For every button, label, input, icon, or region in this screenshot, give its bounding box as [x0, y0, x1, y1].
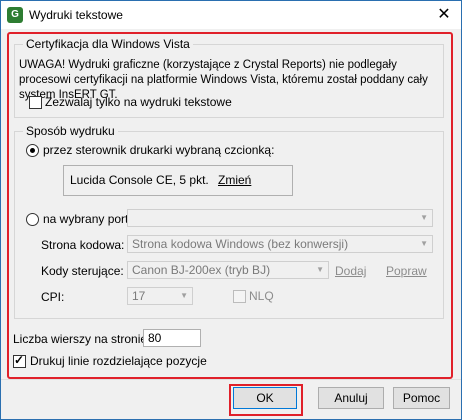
lines-per-page-label: Liczba wierszy na stronie:: [13, 332, 151, 346]
allow-only-text-checkbox[interactable]: [29, 96, 42, 109]
codepage-select-value: Strona kodowa Windows (bez konwersji): [132, 237, 349, 251]
change-font-link[interactable]: Zmień: [218, 173, 251, 187]
cpi-select-value: 17: [132, 289, 146, 303]
add-control-code-link[interactable]: Dodaj: [335, 264, 366, 278]
cancel-button[interactable]: Anuluj: [318, 387, 384, 409]
cpi-select[interactable]: 17 ▼: [127, 287, 193, 305]
app-icon: G: [7, 7, 23, 23]
lines-per-page-input[interactable]: 80: [143, 329, 201, 347]
help-button[interactable]: Pomoc: [393, 387, 450, 409]
font-preview-box: Lucida Console CE, 5 pkt. Zmień: [63, 165, 293, 196]
print-method-group: Sposób wydruku przez sterownik drukarki …: [14, 124, 444, 319]
close-button[interactable]: ✕: [427, 1, 461, 29]
vista-group-legend: Certyfikacja dla Windows Vista: [23, 37, 193, 51]
chevron-down-icon: ▼: [316, 265, 324, 274]
chevron-down-icon: ▼: [180, 291, 188, 300]
codepage-label: Strona kodowa:: [41, 238, 125, 252]
chevron-down-icon: ▼: [420, 239, 428, 248]
edit-control-code-link[interactable]: Popraw: [386, 264, 427, 278]
nlq-checkbox[interactable]: [233, 290, 246, 303]
cpi-label: CPI:: [41, 290, 65, 304]
font-name-text: Lucida Console CE, 5 pkt.: [70, 173, 209, 187]
port-radio-label: na wybrany port:: [43, 212, 132, 226]
allow-only-text-label: Zezwalaj tylko na wydruki tekstowe: [45, 95, 232, 109]
title-bar[interactable]: G Wydruki tekstowe ✕: [1, 1, 461, 29]
control-codes-select[interactable]: Canon BJ-200ex (tryb BJ) ▼: [127, 261, 329, 279]
print-method-legend: Sposób wydruku: [23, 124, 118, 138]
driver-radio[interactable]: [26, 144, 39, 157]
nlq-label: NLQ: [249, 289, 274, 303]
window-title: Wydruki tekstowe: [29, 8, 123, 22]
control-codes-label: Kody sterujące:: [41, 264, 124, 278]
vista-certification-group: Certyfikacja dla Windows Vista UWAGA! Wy…: [14, 37, 444, 118]
driver-radio-label: przez sterownik drukarki wybraną czcionk…: [43, 143, 275, 157]
port-radio[interactable]: [26, 213, 39, 226]
footer-divider: [1, 379, 461, 380]
port-select[interactable]: ▼: [127, 209, 433, 227]
print-separator-checkbox[interactable]: [13, 353, 26, 368]
print-separator-label: Drukuj linie rozdzielające pozycje: [30, 354, 207, 368]
dialog-window: G Wydruki tekstowe ✕ Certyfikacja dla Wi…: [0, 0, 462, 420]
chevron-down-icon: ▼: [420, 213, 428, 222]
ok-button[interactable]: OK: [233, 387, 297, 409]
control-codes-select-value: Canon BJ-200ex (tryb BJ): [132, 263, 271, 277]
codepage-select[interactable]: Strona kodowa Windows (bez konwersji) ▼: [127, 235, 433, 253]
